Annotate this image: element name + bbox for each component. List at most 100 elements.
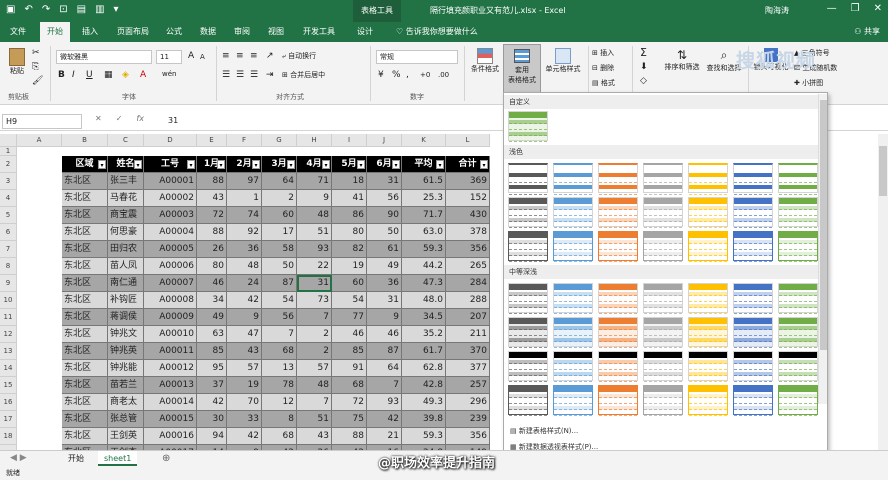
table-cell[interactable]: 26 [197,241,227,258]
indent-icon[interactable]: ⇥ [266,70,274,80]
tab-file[interactable]: 文件 [4,22,32,42]
table-cell[interactable]: 51 [297,411,332,428]
format-painter-icon[interactable]: 🖌 [32,76,43,86]
row-header[interactable]: 14 [0,360,17,377]
table-cell[interactable]: 31 [297,275,332,292]
table-cell[interactable]: 288 [446,292,490,309]
table-cell[interactable]: A00016 [144,428,197,445]
row-header[interactable]: 17 [0,411,17,428]
table-style-swatch[interactable] [778,197,818,228]
select-all-corner[interactable] [0,134,17,147]
table-style-swatch[interactable] [688,283,728,314]
shrink-font-button[interactable]: A [200,53,205,61]
insert-button[interactable]: ⊞ 插入 [592,48,614,58]
table-style-swatch[interactable] [643,385,683,416]
table-cell[interactable]: 9 [227,309,262,326]
table-cell[interactable]: 70 [227,394,262,411]
row-header[interactable]: 11 [0,309,17,326]
table-cell[interactable]: 97 [227,173,262,190]
table-cell[interactable]: 31 [367,292,402,309]
table-cell[interactable]: 60 [332,275,367,292]
table-cell[interactable]: A00001 [144,173,197,190]
filter-dropdown-icon[interactable]: ▾ [392,160,400,169]
table-cell[interactable]: 13 [262,360,297,377]
row-header[interactable]: 13 [0,343,17,360]
table-cell[interactable]: 42 [197,394,227,411]
share-button[interactable]: ⚇ 共享 [854,22,880,42]
table-cell[interactable]: 苗若兰 [108,377,144,394]
table-cell[interactable]: 1 [227,190,262,207]
cancel-icon[interactable]: ✕ [95,114,102,123]
orientation-icon[interactable]: ↗ [266,51,274,61]
table-style-swatch[interactable] [508,385,548,416]
table-cell[interactable]: 56 [262,309,297,326]
chart-icon[interactable]: ▥ [95,4,104,15]
table-cell[interactable]: 60 [262,207,297,224]
table-cell[interactable]: 田归农 [108,241,144,258]
table-style-swatch[interactable] [733,197,773,228]
table-style-swatch[interactable] [598,197,638,228]
table-cell[interactable]: 补钩匠 [108,292,144,309]
table-cell[interactable]: 56 [367,190,402,207]
table-cell[interactable]: 南仁通 [108,275,144,292]
table-cell[interactable]: 75 [332,411,367,428]
table-cell[interactable]: 马春花 [108,190,144,207]
currency-icon[interactable]: ¥ [378,70,384,80]
table-cell[interactable]: 296 [446,394,490,411]
fill-icon[interactable]: ⬇ [640,62,648,72]
table-cell[interactable]: 8 [262,411,297,428]
table-cell[interactable]: 33 [227,411,262,428]
formula-input[interactable]: 31 [168,114,178,128]
row-header[interactable]: 10 [0,292,17,309]
tab-page-layout[interactable]: 页面布局 [110,22,156,42]
table-cell[interactable]: 钟兆能 [108,360,144,377]
table-cell[interactable]: 东北区 [62,275,108,292]
gallery-scrollbar[interactable] [818,94,827,404]
table-cell[interactable]: 92 [227,224,262,241]
table-style-swatch[interactable] [508,317,548,348]
tab-insert[interactable]: 插入 [76,22,104,42]
table-style-swatch[interactable] [778,385,818,416]
close-button[interactable]: ✕ [874,3,882,14]
minimize-button[interactable]: — [827,3,837,14]
table-cell[interactable]: 54 [332,292,367,309]
filter-dropdown-icon[interactable]: ▾ [217,160,225,169]
conditional-format-button[interactable]: 条件格式 [468,48,502,74]
table-cell[interactable]: 东北区 [62,360,108,377]
align-center-icon[interactable]: ☰ [236,70,244,80]
table-style-swatch[interactable] [733,163,773,195]
table-cell[interactable]: A00007 [144,275,197,292]
table-cell[interactable]: 36 [367,275,402,292]
save-icon[interactable]: ▣ [6,4,15,15]
table-cell[interactable]: 48 [227,258,262,275]
table-cell[interactable]: 72 [332,394,367,411]
format-as-table-button[interactable]: 套用 表格格式 [503,44,541,94]
align-left-icon[interactable]: ☰ [222,70,230,80]
small-puzzle-button[interactable]: ✚ 小拼图 [794,78,823,88]
table-style-swatch[interactable] [508,231,548,262]
table-style-swatch[interactable] [553,231,593,262]
tab-review[interactable]: 审阅 [228,22,256,42]
table-cell[interactable]: 72 [197,207,227,224]
table-cell[interactable]: 7 [297,394,332,411]
table-cell[interactable]: 370 [446,343,490,360]
table-style-swatch[interactable] [508,283,548,314]
table-cell[interactable]: 48 [297,207,332,224]
table-cell[interactable]: 34 [197,292,227,309]
table-cell[interactable]: 63 [197,326,227,343]
table-cell[interactable]: 9 [367,309,402,326]
column-header[interactable]: C [108,134,144,147]
table-style-swatch[interactable] [643,283,683,314]
row-header[interactable]: 8 [0,258,17,275]
phonetic-button[interactable]: wén [162,70,176,78]
function-icon[interactable]: fx [136,114,144,123]
table-style-swatch[interactable] [733,351,773,382]
table-style-swatch[interactable] [598,163,638,195]
table-cell[interactable]: 东北区 [62,173,108,190]
table-cell[interactable]: 80 [332,224,367,241]
font-color-icon[interactable]: A [140,70,146,80]
table-cell[interactable]: 94 [197,428,227,445]
clear-icon[interactable]: ◇ [640,76,647,86]
table-cell[interactable]: 24 [227,275,262,292]
table-style-swatch[interactable] [508,197,548,228]
